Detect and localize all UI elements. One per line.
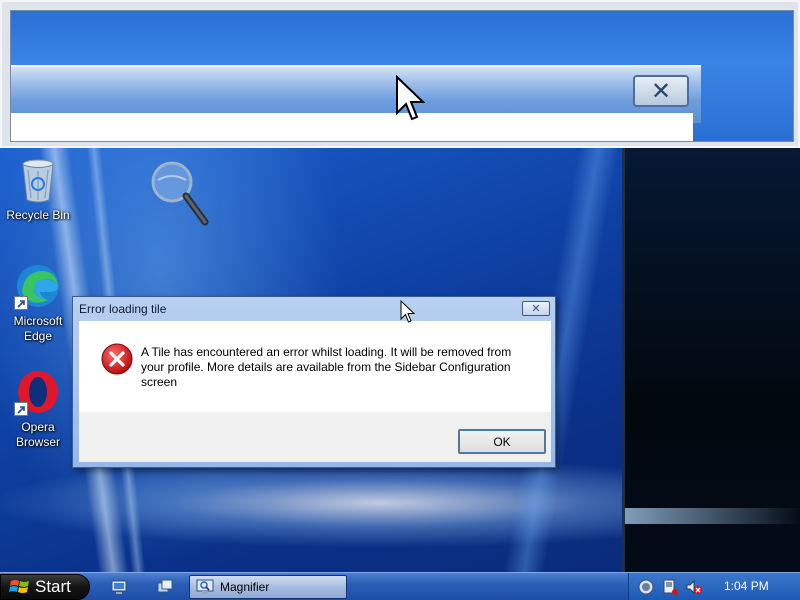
desktop-icon-recycle-bin[interactable]: Recycle Bin [0,156,76,223]
magnifier-app-icon [196,579,214,594]
taskbar: Start Magnifier 1:04 PM [0,572,800,600]
error-icon [101,343,133,375]
desktop-icon-opera-browser[interactable]: Opera Browser [0,368,76,450]
error-message: A Tile has encountered an error whilst l… [141,345,512,389]
task-button-magnifier[interactable]: Magnifier [189,575,347,599]
desktop-icon-label: Microsoft Edge [13,314,63,343]
shortcut-arrow-icon [14,296,28,310]
desktop-icon-label: Recycle Bin [6,208,70,222]
mouse-cursor-icon [400,300,415,323]
magnified-cursor-icon [396,75,425,121]
windows-logo-icon [9,580,29,593]
volume-muted-icon[interactable] [685,578,703,596]
edge-icon [14,262,62,310]
network-icon[interactable] [637,578,655,596]
recycle-bin-icon [14,156,62,204]
switch-windows-icon[interactable] [156,578,174,596]
shortcut-arrow-icon [14,402,28,416]
magnified-window-body [11,113,693,141]
wallpaper-dark-region [622,148,800,572]
desktop-icon-label: Opera Browser [15,420,60,449]
system-tray: 1:04 PM [628,573,800,600]
clock[interactable]: 1:04 PM [724,579,769,593]
dialog-close-button[interactable]: ✕ [522,301,550,316]
show-desktop-icon[interactable] [110,578,128,596]
desktop-icon-microsoft-edge[interactable]: Microsoft Edge [0,262,76,344]
opera-icon [14,368,62,416]
ok-button[interactable]: OK [458,429,546,454]
dialog-title: Error loading tile [79,302,167,316]
magnifier-pane: ✕ [0,0,800,148]
magnified-view: ✕ [10,10,794,142]
wallpaper-glow [625,508,800,524]
magnified-close-button: ✕ [633,75,689,107]
error-dialog: Error loading tile ✕ A Tile has encounte… [72,296,556,468]
magnifier-glass-icon[interactable] [150,160,212,228]
dialog-content: A Tile has encountered an error whilst l… [79,321,551,412]
start-label: Start [35,577,71,596]
start-button[interactable]: Start [0,574,90,600]
device-icon[interactable] [661,578,679,596]
task-button-label: Magnifier [220,580,270,594]
